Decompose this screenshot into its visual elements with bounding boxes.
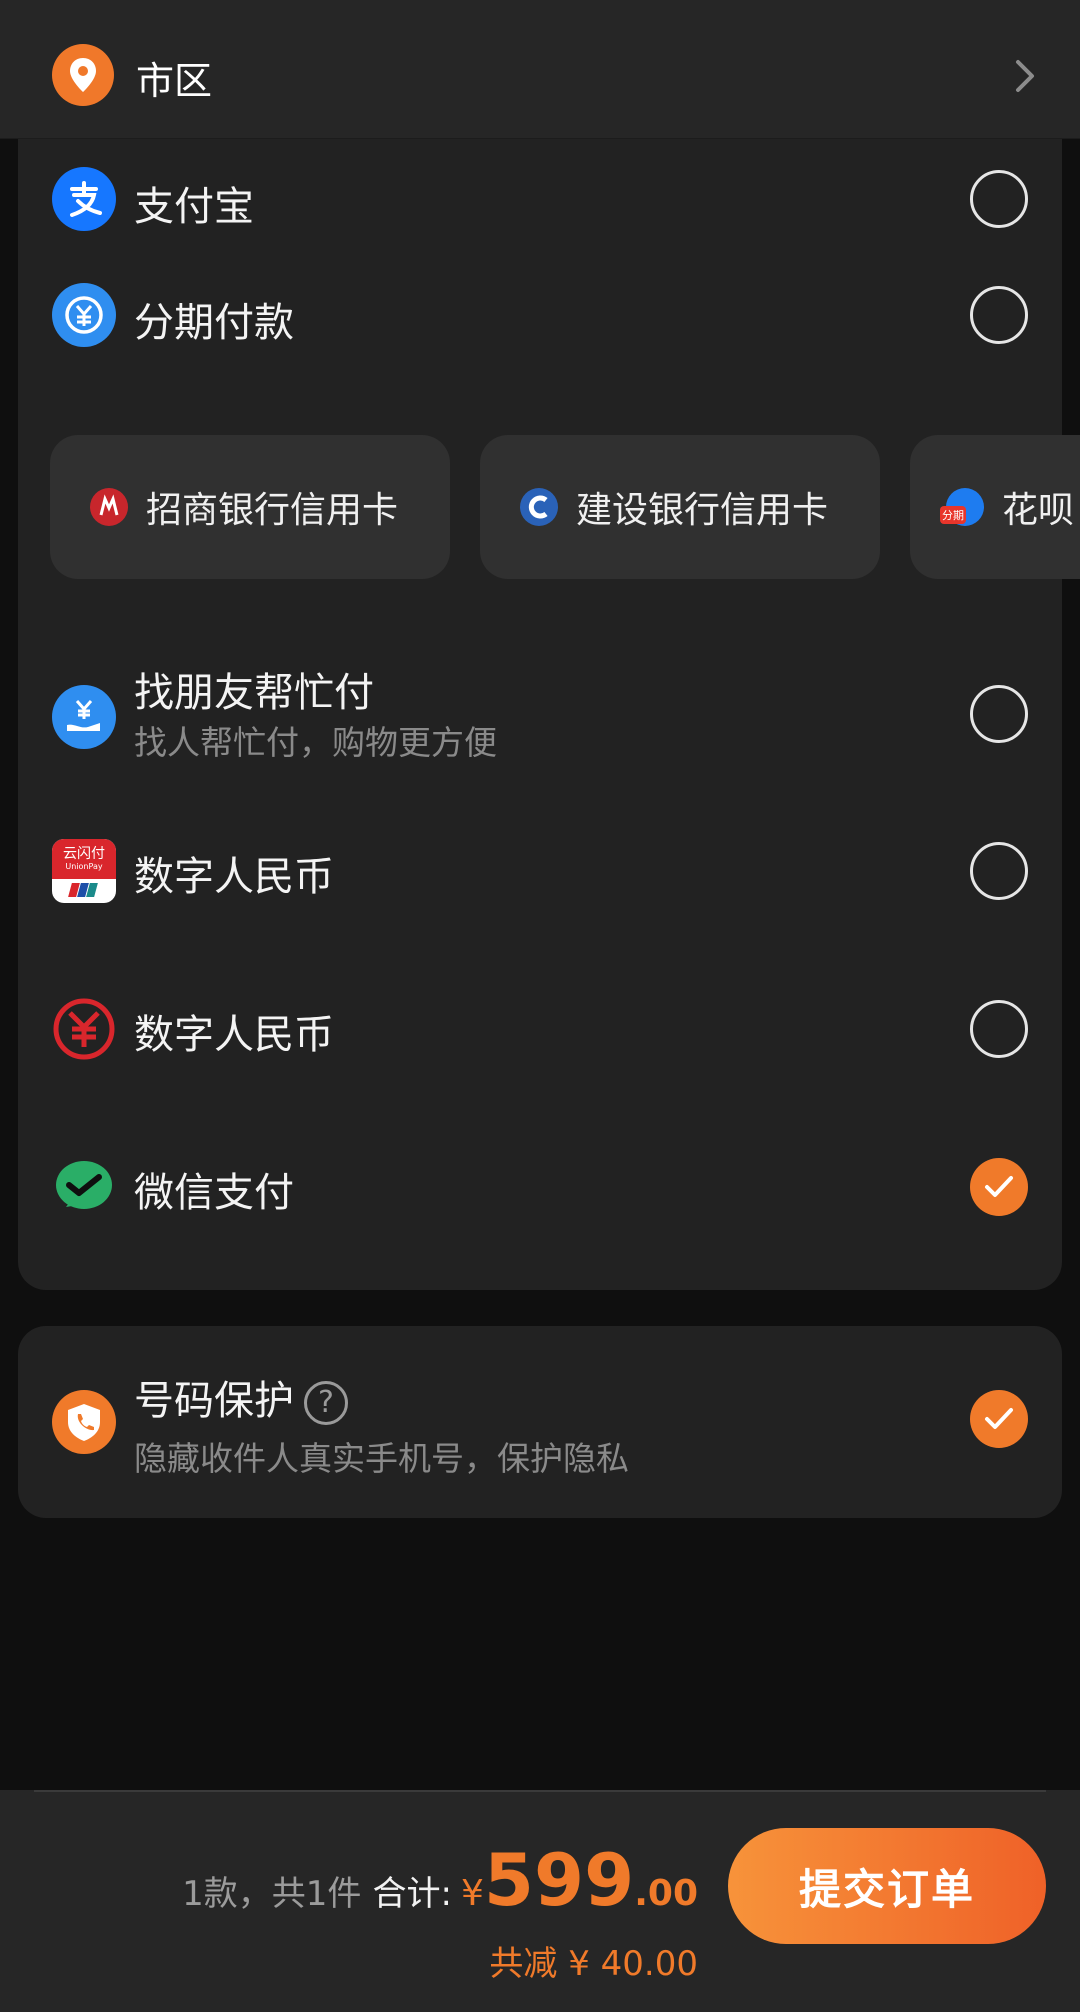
payment-title: 数字人民币: [134, 854, 334, 900]
total-amount-decimal: .00: [634, 1873, 698, 1914]
radio-digital-rmb[interactable]: [970, 1000, 1028, 1058]
chip-label: 招商银行信用卡: [146, 490, 399, 531]
total-amount-integer: 599: [483, 1838, 635, 1922]
phone-shield-icon: [52, 1390, 116, 1454]
payment-title: 数字人民币: [134, 1012, 334, 1058]
alipay-icon: [52, 167, 116, 231]
order-summary-bar: 1款，共1件 合计: ¥599.00 共减 ¥ 40.00 提交订单: [0, 1790, 1080, 2012]
payment-option-alipay[interactable]: 支付宝: [18, 120, 1062, 278]
radio-unionpay[interactable]: [970, 842, 1028, 900]
number-protection-title: 号码保护: [134, 1378, 294, 1424]
number-protection-option[interactable]: 号码保护? 隐藏收件人真实手机号，保护隐私: [18, 1326, 1062, 1518]
number-protection-card: 号码保护? 隐藏收件人真实手机号，保护隐私: [18, 1326, 1062, 1518]
divider: [34, 1790, 1046, 1792]
submit-order-button[interactable]: 提交订单: [728, 1828, 1046, 1944]
payment-title: 找朋友帮忙付: [134, 670, 374, 716]
currency-symbol: ¥: [461, 1873, 484, 1914]
friend-pay-icon: [52, 685, 116, 749]
radio-friend-pay[interactable]: [970, 685, 1028, 743]
payment-option-wechat-pay[interactable]: 微信支付: [18, 1146, 1062, 1290]
ccb-icon: [520, 488, 558, 526]
radio-wechat-pay[interactable]: [970, 1158, 1028, 1216]
check-icon: [985, 1176, 1013, 1197]
wechat-pay-icon: [52, 1155, 116, 1219]
chip-label: 建设银行信用卡: [576, 490, 829, 531]
address-label: 市区: [136, 59, 213, 103]
payment-option-digital-rmb[interactable]: 数字人民币: [18, 988, 1062, 1146]
payment-title: 分期付款: [134, 300, 294, 346]
payment-option-friend-pay[interactable]: 找朋友帮忙付 找人帮忙付，购物更方便: [18, 660, 1062, 830]
help-icon[interactable]: ?: [304, 1381, 348, 1425]
radio-alipay[interactable]: [970, 170, 1028, 228]
installment-chip-ccb[interactable]: 建设银行信用卡: [480, 435, 880, 579]
radio-number-protection[interactable]: [970, 1390, 1028, 1448]
number-protection-subtitle: 隐藏收件人真实手机号，保护隐私: [134, 1439, 629, 1478]
discount-amount: 共减 ¥ 40.00: [489, 1944, 698, 1984]
order-total: 1款，共1件 合计: ¥599.00: [182, 1838, 698, 1922]
address-bar[interactable]: 市区: [0, 0, 1080, 139]
payment-title: 支付宝: [134, 184, 254, 230]
payment-option-unionpay[interactable]: 云闪付 UnionPay 数字人民币: [18, 830, 1062, 988]
check-icon: [985, 1408, 1013, 1429]
payment-methods-card: 支付宝 分期付款 招商银行信用卡 建设银行信用卡 分期 花呗 找朋友帮忙付 找人…: [18, 120, 1080, 1290]
chevron-right-icon: [1010, 56, 1040, 96]
location-pin-icon: [52, 44, 114, 106]
item-count: 1款，共1件: [182, 1874, 362, 1914]
unionpay-icon-subtext: UnionPay: [65, 862, 103, 871]
installment-icon: [52, 283, 116, 347]
payment-title: 微信支付: [134, 1170, 294, 1216]
unionpay-icon: 云闪付 UnionPay: [52, 839, 116, 903]
number-protection-title-row: 号码保护?: [134, 1368, 348, 1426]
payment-subtitle: 找人帮忙付，购物更方便: [134, 723, 497, 762]
total-label: 合计:: [372, 1874, 452, 1914]
huabei-badge: 分期: [940, 506, 966, 524]
chip-label: 花呗: [1002, 490, 1075, 531]
installment-options: 招商银行信用卡 建设银行信用卡 分期 花呗: [50, 435, 1080, 579]
installment-chip-cmb[interactable]: 招商银行信用卡: [50, 435, 450, 579]
huabei-icon: 分期: [940, 488, 984, 526]
unionpay-icon-text: 云闪付: [63, 846, 105, 862]
radio-installment[interactable]: [970, 286, 1028, 344]
cmb-icon: [90, 488, 128, 526]
installment-chip-huabei[interactable]: 分期 花呗: [910, 435, 1080, 579]
digital-rmb-icon: [52, 997, 116, 1061]
payment-option-installment[interactable]: 分期付款: [18, 278, 1062, 436]
